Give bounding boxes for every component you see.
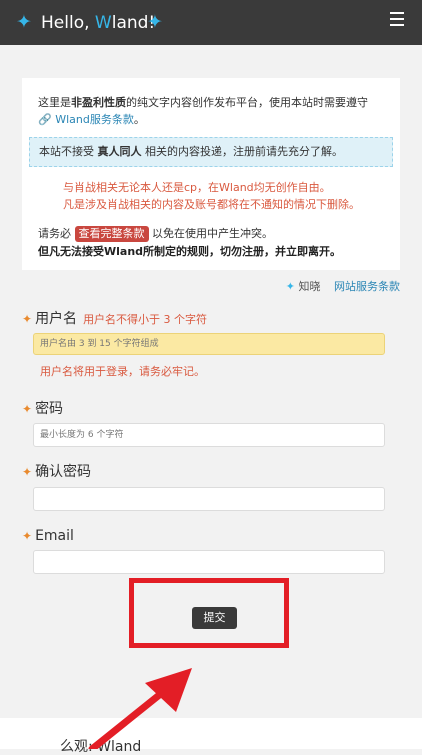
- arrow-shaft: [88, 684, 172, 749]
- arrow-head: [145, 668, 192, 712]
- arrow-annotation: [88, 668, 192, 749]
